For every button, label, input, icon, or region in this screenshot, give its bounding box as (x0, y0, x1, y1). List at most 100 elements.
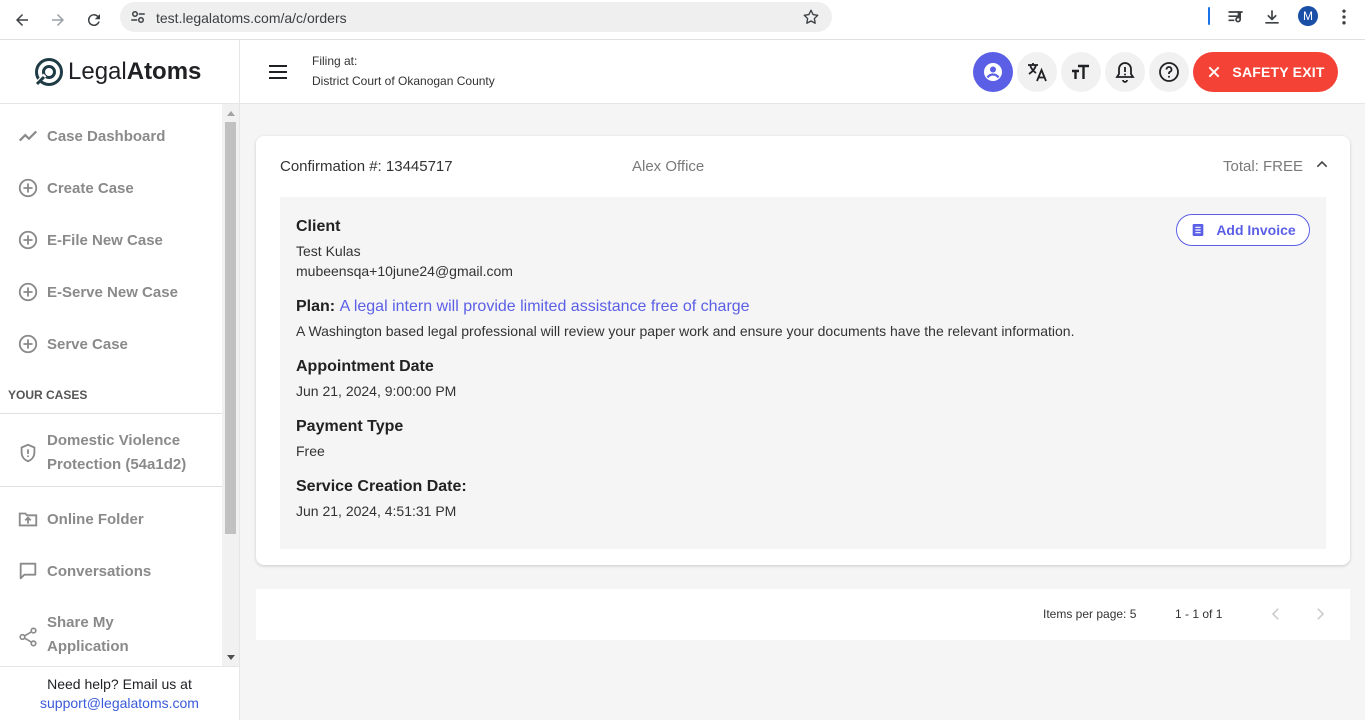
chevron-left-icon[interactable] (1267, 605, 1285, 623)
help-footer: Need help? Email us at support@legalatom… (0, 666, 240, 720)
receipt-icon (1192, 224, 1204, 236)
add-circle-icon (18, 334, 38, 354)
sidebar: Case Dashboard Create Case E-File New Ca… (0, 104, 240, 666)
sidebar-item-label: Case Dashboard (47, 127, 166, 145)
filing-label: Filing at: (312, 54, 358, 68)
scroll-up-arrow[interactable] (225, 108, 236, 118)
chevron-up-icon[interactable] (1314, 156, 1330, 172)
page-range: 1 - 1 of 1 (1175, 607, 1223, 621)
payment-value: Free (296, 443, 325, 459)
toolbar-divider (1208, 7, 1210, 25)
triangle-up-icon (226, 110, 235, 116)
media-queue-icon[interactable] (1226, 7, 1246, 27)
menu-icon[interactable] (266, 60, 290, 84)
service-creation-heading: Service Creation Date: (296, 478, 467, 495)
share-label-line1: Share My (47, 614, 114, 631)
plan-heading: Plan: (296, 298, 336, 315)
bookmark-star-icon[interactable] (802, 8, 820, 26)
safety-exit-button[interactable]: SAFETY EXIT (1193, 52, 1338, 92)
add-circle-icon (18, 178, 38, 198)
items-per-page[interactable]: Items per page: 5 (1043, 607, 1136, 621)
plan-description: A Washington based legal professional wi… (296, 323, 1075, 339)
sidebar-item-serve-case[interactable]: Serve Case (0, 324, 222, 364)
sidebar-item-label: Serve Case (47, 335, 128, 353)
app-header: LegalAtoms Filing at: District Court of … (0, 40, 1365, 104)
case-label: Domestic Violence Protection (54a1d2) (47, 429, 186, 477)
your-cases-heading: YOUR CASES (8, 388, 88, 402)
add-circle-icon (18, 282, 38, 302)
shield-icon (20, 443, 36, 463)
browser-toolbar: test.legalatoms.com/a/c/orders M (0, 0, 1365, 40)
share-label-line2: Application (47, 638, 129, 655)
sidebar-item-conversations[interactable]: Conversations (0, 551, 222, 591)
reload-icon (87, 14, 100, 27)
plan-link[interactable]: A legal intern will provide limited assi… (340, 298, 750, 315)
help-bubble-icon (1159, 62, 1179, 82)
sidebar-scrollbar-thumb[interactable] (225, 122, 236, 534)
sidebar-item-case-dashboard[interactable]: Case Dashboard (0, 116, 222, 156)
sidebar-item-create-case[interactable]: Create Case (0, 168, 222, 208)
close-icon (1209, 66, 1220, 78)
sidebar-item-online-folder[interactable]: Online Folder (0, 499, 222, 539)
site-settings-icon[interactable] (129, 8, 147, 26)
sidebar-item-share-application[interactable]: Share My Application (0, 610, 222, 664)
add-invoice-button[interactable]: Add Invoice (1176, 214, 1310, 246)
order-total: Total: FREE (1223, 158, 1304, 175)
back-button[interactable] (8, 6, 36, 34)
payment-heading: Payment Type (296, 418, 404, 435)
legalatoms-logo-icon (33, 58, 63, 87)
account-button[interactable] (973, 52, 1013, 92)
forward-button[interactable] (44, 6, 72, 34)
sidebar-item-eserve-new-case[interactable]: E-Serve New Case (0, 272, 222, 312)
brand[interactable]: LegalAtoms (0, 40, 240, 104)
sidebar-item-case[interactable]: Domestic Violence Protection (54a1d2) (0, 426, 222, 480)
sidebar-item-efile-new-case[interactable]: E-File New Case (0, 220, 222, 260)
translate-icon (1028, 63, 1047, 82)
profile-avatar[interactable]: M (1298, 6, 1318, 26)
download-icon[interactable] (1262, 7, 1282, 27)
sidebar-item-label: E-Serve New Case (47, 283, 178, 301)
office-name: Alex Office (632, 158, 705, 175)
sidebar-item-label: Create Case (47, 179, 134, 197)
safety-exit-label: SAFETY EXIT (1232, 64, 1325, 80)
chevron-right-icon[interactable] (1311, 605, 1329, 623)
address-bar[interactable]: test.legalatoms.com/a/c/orders (120, 2, 832, 32)
translate-button[interactable] (1017, 52, 1057, 92)
client-heading: Client (296, 218, 341, 235)
divider (0, 413, 222, 414)
url-text: test.legalatoms.com/a/c/orders (156, 10, 347, 26)
account-circle-icon (984, 63, 1002, 81)
service-creation-value: Jun 21, 2024, 4:51:31 PM (296, 503, 457, 519)
client-name: Test Kulas (296, 243, 361, 259)
add-circle-icon (18, 230, 38, 250)
sidebar-item-label: E-File New Case (47, 231, 163, 249)
paginator: Items per page: 5 1 - 1 of 1 (256, 589, 1350, 640)
share-icon (19, 627, 37, 647)
brand-name-bold: Atoms (126, 58, 202, 85)
case-label-line2: Protection (54a1d2) (47, 456, 187, 473)
brand-name: LegalAtoms (68, 58, 201, 86)
text-size-button[interactable] (1061, 52, 1101, 92)
chat-bubble-icon (19, 562, 37, 580)
scroll-down-arrow[interactable] (225, 652, 236, 662)
more-vert-icon[interactable] (1334, 7, 1354, 27)
brand-name-light: Legal (68, 58, 127, 85)
arrow-left-icon (16, 14, 28, 26)
share-label: Share My Application (47, 611, 129, 659)
help-button[interactable] (1149, 52, 1189, 92)
client-email: mubeensqa+10june24@gmail.com (296, 263, 513, 279)
confirmation-number: Confirmation #: 13445717 (280, 158, 453, 175)
order-details: Client Test Kulas mubeensqa+10june24@gma… (280, 197, 1326, 549)
support-email-link[interactable]: support@legalatoms.com (0, 695, 239, 711)
divider (0, 486, 222, 487)
notifications-button[interactable] (1105, 52, 1145, 92)
appointment-heading: Appointment Date (296, 358, 434, 375)
reload-button[interactable] (80, 6, 108, 34)
sidebar-item-label: Conversations (47, 562, 152, 580)
folder-upload-icon (18, 512, 38, 527)
text-size-icon (1072, 64, 1089, 79)
help-text: Need help? Email us at (47, 676, 192, 692)
case-label-line1: Domestic Violence (47, 432, 181, 449)
triangle-down-icon (226, 654, 235, 660)
arrow-right-icon (52, 14, 64, 26)
